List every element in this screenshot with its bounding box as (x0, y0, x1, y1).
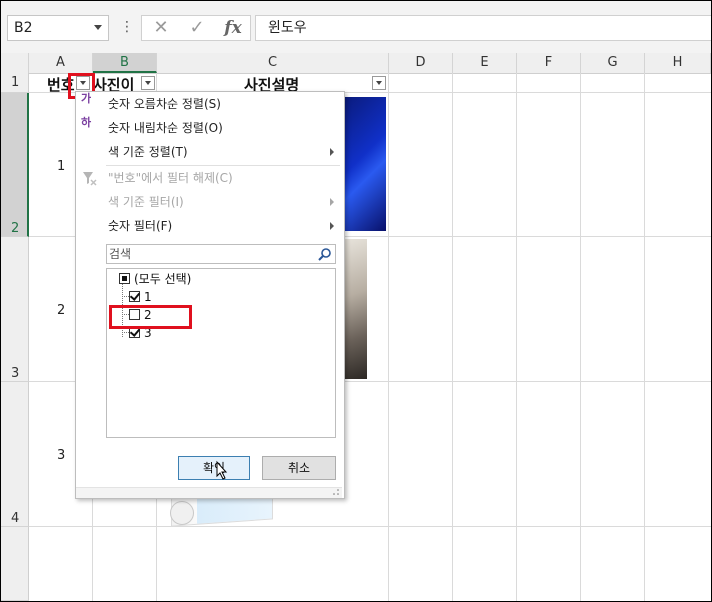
checkbox-select-all[interactable] (119, 273, 130, 284)
formula-input[interactable]: 윈도우 (255, 15, 711, 41)
more-icon[interactable]: ⋮ (120, 15, 134, 41)
column-header-g[interactable]: G (581, 53, 645, 73)
cell-a2[interactable]: 1 (57, 159, 65, 174)
column-header-h[interactable]: H (645, 53, 711, 73)
sort-ascending-icon: 가 (81, 92, 92, 105)
menu-number-filters[interactable]: 숫자 필터(F) (76, 214, 342, 238)
insert-function-icon[interactable]: fx (220, 18, 246, 38)
row-header-1[interactable]: 1 (1, 73, 29, 93)
list-item[interactable]: 1 (107, 288, 335, 306)
sort-descending-icon: 하 (81, 116, 92, 129)
menu-filter-by-color[interactable]: 색 기준 필터(I) (76, 190, 342, 214)
row-header-5[interactable] (1, 527, 29, 601)
list-item[interactable]: 3 (107, 324, 335, 342)
mouse-pointer-icon (216, 460, 228, 480)
filter-dropdown-b[interactable] (141, 76, 155, 90)
chevron-right-icon (330, 198, 334, 206)
filter-search-box[interactable] (106, 244, 336, 264)
filter-search-input[interactable] (109, 245, 309, 263)
cancel-button[interactable]: 취소 (262, 456, 336, 480)
picture-seal (170, 501, 194, 525)
checkbox-value-1[interactable] (129, 291, 140, 302)
column-headers: A B C D E F G H (1, 53, 711, 74)
clear-filter-icon (83, 172, 97, 186)
list-item[interactable]: 2 (107, 306, 335, 324)
menu-clear-filter[interactable]: "번호"에서 필터 해제(C) (76, 166, 342, 190)
column-header-d[interactable]: D (389, 53, 453, 73)
cell-a1[interactable]: 번호 (47, 74, 75, 95)
cell-a3[interactable]: 2 (57, 303, 65, 318)
filter-value-list: (모두 선택) 1 2 3 (106, 268, 336, 438)
name-box-value: B2 (14, 20, 33, 36)
resize-grip-icon[interactable] (332, 488, 340, 496)
enter-icon[interactable]: ✓ (184, 18, 210, 38)
checkbox-value-3[interactable] (129, 327, 140, 338)
row-header-2[interactable]: 2 (1, 93, 29, 237)
chevron-right-icon (330, 222, 334, 230)
chevron-down-icon[interactable] (94, 25, 102, 30)
filter-dropdown-c[interactable] (372, 76, 386, 90)
column-header-a[interactable]: A (29, 53, 93, 73)
menu-sort-by-color[interactable]: 색 기준 정렬(T) (76, 140, 342, 164)
name-box[interactable]: B2 (7, 15, 109, 41)
column-header-b[interactable]: B (93, 53, 157, 73)
column-header-c[interactable]: C (157, 53, 389, 73)
cancel-icon[interactable]: ✕ (148, 18, 174, 38)
cell-a4[interactable]: 3 (57, 448, 65, 463)
row-header-4[interactable]: 4 (1, 382, 29, 527)
excel-window: B2 ⋮ ✕ ✓ fx 윈도우 A B C D E F G H 1 2 3 4 (0, 0, 712, 602)
search-icon[interactable] (318, 247, 332, 261)
list-item-select-all[interactable]: (모두 선택) (107, 270, 335, 288)
formula-bar-area: B2 ⋮ ✕ ✓ fx 윈도우 (1, 1, 711, 53)
autofilter-menu: 가 숫자 오름차순 정렬(S) 하 숫자 내림차순 정렬(O) 색 기준 정렬(… (75, 91, 345, 499)
picture-windows-wallpaper[interactable] (341, 97, 386, 231)
resize-bar[interactable] (76, 487, 342, 498)
menu-sort-ascending[interactable]: 가 숫자 오름차순 정렬(S) (76, 92, 342, 116)
select-all-corner[interactable] (1, 53, 29, 73)
column-header-f[interactable]: F (517, 53, 581, 73)
row-header-3[interactable]: 3 (1, 237, 29, 382)
column-header-e[interactable]: E (453, 53, 517, 73)
checkbox-value-2[interactable] (129, 309, 140, 320)
menu-sort-descending[interactable]: 하 숫자 내림차순 정렬(O) (76, 116, 342, 140)
filter-dropdown-a[interactable] (76, 76, 90, 90)
chevron-right-icon (330, 148, 334, 156)
formula-buttons: ✕ ✓ fx (141, 15, 251, 41)
